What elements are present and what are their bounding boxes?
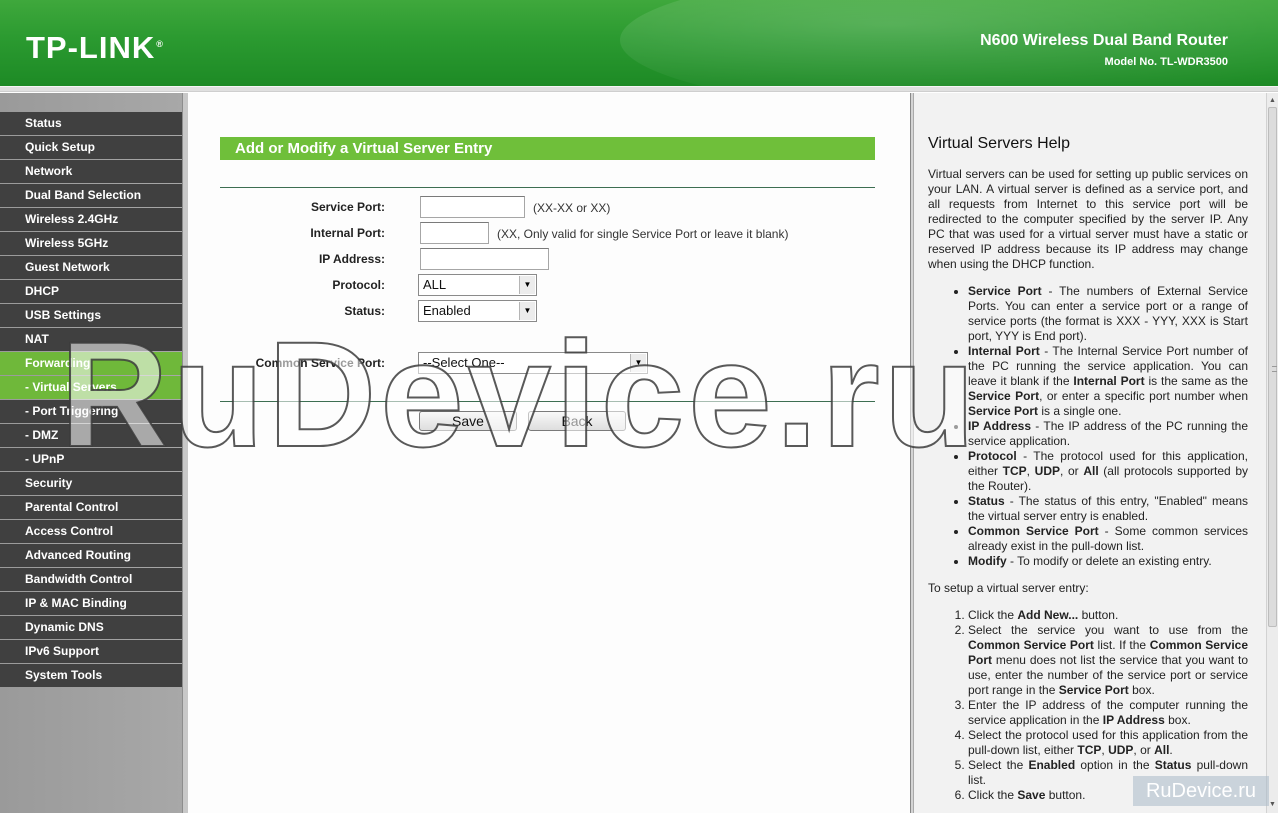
help-item-status: Status - The status of this entry, "Enab… <box>968 494 1248 524</box>
common-service-port-row: Common Service Port: --Select One-- ▼ <box>188 352 910 374</box>
help-item-internal-port: Internal Port - The Internal Service Por… <box>968 344 1248 419</box>
sidebar-item-bandwidth-control[interactable]: Bandwidth Control <box>0 568 182 591</box>
sidebar-item-advanced-routing[interactable]: Advanced Routing <box>0 544 182 567</box>
help-steps-list: Click the Add New... button. Select the … <box>968 608 1248 803</box>
model-number: Model No. TL-WDR3500 <box>1104 56 1228 68</box>
sidebar-subitem-dmz[interactable]: - DMZ <box>0 424 182 447</box>
sidebar-item-access-control[interactable]: Access Control <box>0 520 182 543</box>
status-select-value: Enabled <box>423 303 471 318</box>
protocol-label: Protocol: <box>332 278 385 292</box>
top-divider <box>220 187 875 188</box>
sidebar-item-guest-network[interactable]: Guest Network <box>0 256 182 279</box>
sidebar-item-dhcp[interactable]: DHCP <box>0 280 182 303</box>
status-row: Status: Enabled ▼ <box>188 300 910 322</box>
button-row: Save Back <box>188 411 910 433</box>
help-step: Click the Add New... button. <box>968 608 1248 623</box>
help-intro: Virtual servers can be used for setting … <box>928 167 1248 271</box>
sidebar-item-network[interactable]: Network <box>0 160 182 183</box>
service-port-label: Service Port: <box>310 200 385 214</box>
sidebar-item-dual-band-selection[interactable]: Dual Band Selection <box>0 184 182 207</box>
service-port-row: Service Port: (XX-XX or XX) <box>188 196 910 218</box>
help-step: Select the service you want to use from … <box>968 623 1248 698</box>
sidebar-subitem-virtual-servers[interactable]: - Virtual Servers <box>0 376 182 399</box>
sidebar-item-status[interactable]: Status <box>0 112 182 135</box>
service-port-input[interactable] <box>420 196 525 218</box>
sidebar-item-dynamic-dns[interactable]: Dynamic DNS <box>0 616 182 639</box>
sidebar-item-wireless-24ghz[interactable]: Wireless 2.4GHz <box>0 208 182 231</box>
sidebar-subitem-port-triggering[interactable]: - Port Triggering <box>0 400 182 423</box>
sidebar-item-wireless-5ghz[interactable]: Wireless 5GHz <box>0 232 182 255</box>
grip-icon <box>1272 366 1277 372</box>
sidebar-menu: Status Quick Setup Network Dual Band Sel… <box>0 112 182 688</box>
sidebar-item-forwarding[interactable]: Forwarding <box>0 352 182 375</box>
corner-watermark: RuDevice.ru <box>1133 776 1269 806</box>
internal-port-row: Internal Port: (XX, Only valid for singl… <box>188 222 910 244</box>
back-button[interactable]: Back <box>528 411 626 431</box>
help-item-service-port: Service Port - The numbers of External S… <box>968 284 1248 344</box>
sidebar-item-security[interactable]: Security <box>0 472 182 495</box>
chevron-down-icon: ▼ <box>519 302 535 320</box>
help-item-ip-address: IP Address - The IP address of the PC ru… <box>968 419 1248 449</box>
internal-port-label: Internal Port: <box>310 226 385 240</box>
header-divider <box>0 86 1278 92</box>
save-button[interactable]: Save <box>419 411 517 431</box>
main-content: Add or Modify a Virtual Server Entry Ser… <box>188 93 910 813</box>
sidebar-item-ip-mac-binding[interactable]: IP & MAC Binding <box>0 592 182 615</box>
help-step: Select the protocol used for this applic… <box>968 728 1248 758</box>
help-item-modify: Modify - To modify or delete an existing… <box>968 554 1248 569</box>
sidebar: Status Quick Setup Network Dual Band Sel… <box>0 93 188 813</box>
help-title: Virtual Servers Help <box>928 135 1070 152</box>
arrow-up-icon[interactable]: ▲ <box>1267 95 1278 107</box>
internal-port-hint: (XX, Only valid for single Service Port … <box>497 227 789 241</box>
status-select[interactable]: Enabled ▼ <box>418 300 537 322</box>
sidebar-item-quick-setup[interactable]: Quick Setup <box>0 136 182 159</box>
common-service-port-label: Common Service Port: <box>255 356 385 370</box>
common-service-port-select[interactable]: --Select One-- ▼ <box>418 352 648 374</box>
sidebar-item-system-tools[interactable]: System Tools <box>0 664 182 687</box>
internal-port-input[interactable] <box>420 222 489 244</box>
product-name: N600 Wireless Dual Band Router <box>980 32 1228 49</box>
sidebar-item-parental-control[interactable]: Parental Control <box>0 496 182 519</box>
protocol-row: Protocol: ALL ▼ <box>188 274 910 296</box>
page-title: Add or Modify a Virtual Server Entry <box>220 137 875 160</box>
ip-address-row: IP Address: <box>188 248 910 270</box>
sidebar-item-ipv6-support[interactable]: IPv6 Support <box>0 640 182 663</box>
help-step: Enter the IP address of the computer run… <box>968 698 1248 728</box>
scrollbar-thumb[interactable] <box>1268 107 1277 627</box>
status-label: Status: <box>344 304 385 318</box>
protocol-select[interactable]: ALL ▼ <box>418 274 537 296</box>
help-body: Virtual servers can be used for setting … <box>928 167 1248 803</box>
help-scrollbar[interactable]: ▲ ▼ <box>1266 93 1278 813</box>
service-port-hint: (XX-XX or XX) <box>533 201 611 215</box>
help-item-common-service-port: Common Service Port - Some common servic… <box>968 524 1248 554</box>
ip-address-label: IP Address: <box>318 252 385 266</box>
bottom-divider <box>220 401 875 402</box>
help-item-protocol: Protocol - The protocol used for this ap… <box>968 449 1248 494</box>
ip-address-input[interactable] <box>420 248 549 270</box>
protocol-select-value: ALL <box>423 277 447 292</box>
sidebar-item-usb-settings[interactable]: USB Settings <box>0 304 182 327</box>
sidebar-subitem-upnp[interactable]: - UPnP <box>0 448 182 471</box>
brand-logo: TP-LINK® <box>26 30 164 65</box>
common-service-port-value: --Select One-- <box>423 355 505 370</box>
chevron-down-icon: ▼ <box>519 276 535 294</box>
help-panel: Virtual Servers Help Virtual servers can… <box>914 93 1266 813</box>
sidebar-item-nat[interactable]: NAT <box>0 328 182 351</box>
help-setup-title: To setup a virtual server entry: <box>928 581 1089 595</box>
chevron-down-icon: ▼ <box>630 354 646 372</box>
header-banner: TP-LINK® N600 Wireless Dual Band Router … <box>0 0 1278 86</box>
help-field-list: Service Port - The numbers of External S… <box>968 284 1248 569</box>
